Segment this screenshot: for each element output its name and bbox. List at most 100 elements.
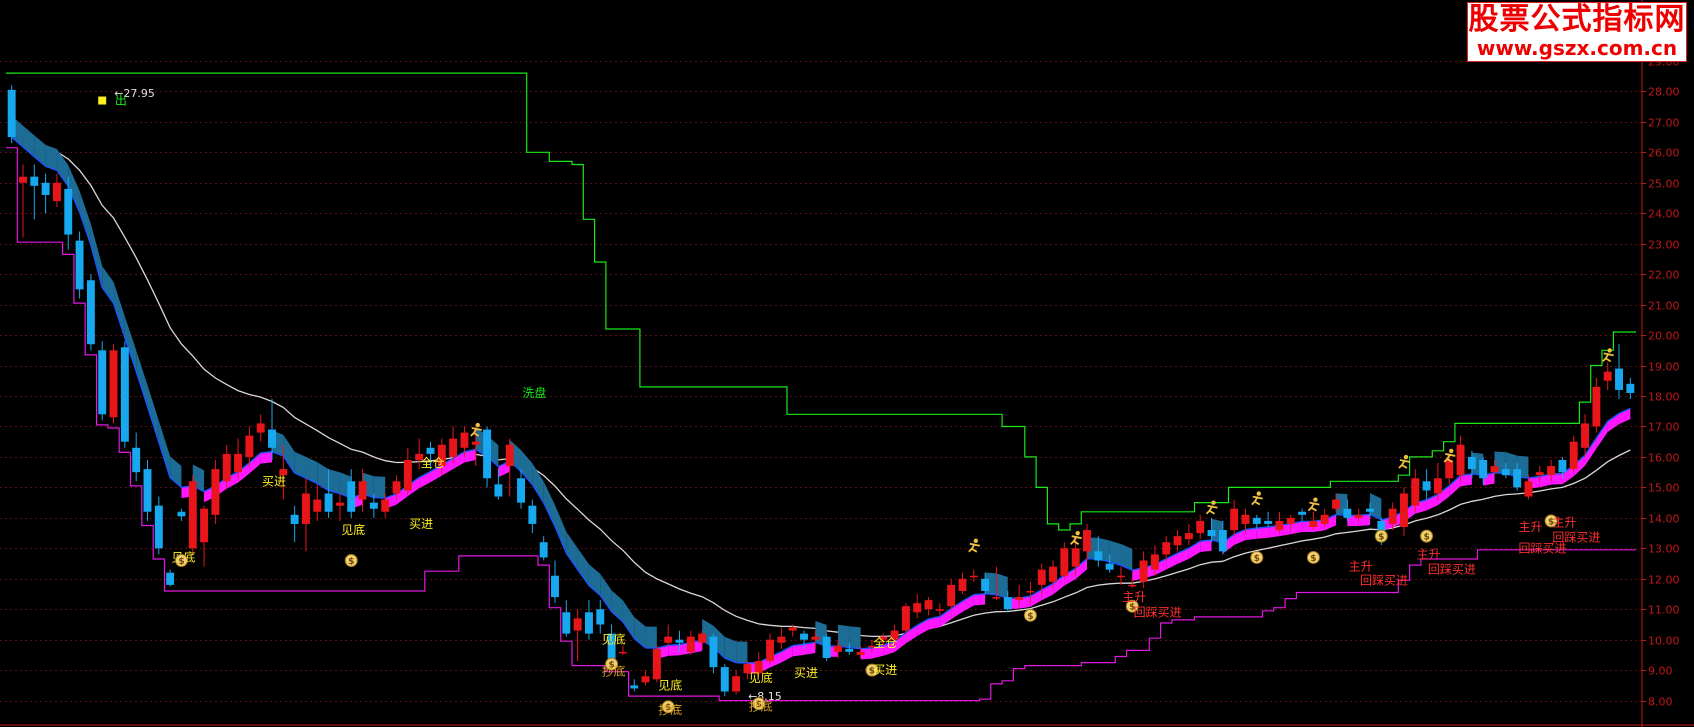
chart-background: [0, 0, 1694, 727]
candle-body: [709, 636, 718, 668]
candle-body: [1241, 514, 1250, 524]
candle-body: [120, 347, 129, 442]
candle-body: [143, 469, 152, 512]
candle-body: [392, 481, 401, 494]
candle-body: [1207, 530, 1216, 537]
candle-body: [1037, 569, 1046, 585]
candle-body: [1264, 520, 1273, 524]
signal-label: 买进: [409, 517, 433, 531]
candle-body: [641, 676, 650, 683]
signal-label: 全仓: [873, 635, 897, 650]
signal-label: 回踩买进: [1360, 573, 1408, 587]
candle-body: [109, 350, 118, 418]
candle-body: [732, 676, 741, 692]
candlestick-chart: ←27.95出见底$买进见底$买进全仓洗盘见底$抄底见底$抄底←8.15见底$抄…: [0, 0, 1694, 727]
candle-body: [992, 597, 1001, 599]
candle-body: [901, 606, 910, 631]
runner-head: [475, 422, 480, 428]
candle-body: [1173, 536, 1182, 546]
runner-head: [1313, 497, 1318, 502]
signal-label: 买进: [262, 474, 286, 488]
candle-body: [1626, 383, 1635, 393]
candle-body: [1117, 575, 1125, 578]
runner-head: [1211, 500, 1216, 505]
candle-body: [834, 645, 842, 652]
candle-body: [177, 511, 186, 517]
candle-body: [234, 453, 243, 473]
candle-body: [958, 578, 967, 591]
candle-body: [347, 481, 356, 512]
candle-down: [120, 341, 129, 448]
candle-body: [664, 636, 673, 643]
candle-body: [1298, 511, 1307, 515]
candle-body: [1083, 530, 1091, 552]
tick-label: 24.00: [1648, 208, 1680, 221]
candle-body: [98, 350, 107, 415]
candle-body: [539, 542, 548, 558]
candle-body: [777, 636, 786, 643]
candle-body: [1445, 459, 1454, 479]
ribbon-up-segment: [668, 644, 680, 656]
candle-body: [800, 633, 808, 640]
candle-body: [483, 429, 492, 479]
candle-body: [449, 438, 458, 457]
candle-body: [1366, 508, 1374, 512]
runner-head: [1403, 454, 1409, 460]
signal-label: 洗盘: [522, 385, 546, 400]
candle-body: [1467, 456, 1476, 470]
candle-body: [381, 499, 390, 512]
candle-body: [1411, 478, 1420, 506]
candle-body: [1252, 517, 1261, 524]
candle-body: [1547, 466, 1556, 476]
candle-body: [1501, 469, 1510, 476]
ribbon-up-segment: [1200, 540, 1212, 553]
runner-head: [973, 538, 979, 543]
candle-body: [335, 502, 344, 506]
runner-head: [1256, 491, 1261, 496]
candle-body: [935, 609, 944, 611]
candle-down: [75, 231, 84, 299]
candle-body: [630, 685, 639, 689]
candle-body: [19, 176, 27, 183]
ribbon-down-segment: [645, 626, 657, 649]
candle-body: [1388, 508, 1397, 524]
money-bag-icon: $: [1420, 529, 1434, 543]
candle-down: [483, 426, 492, 488]
candle-body: [1581, 423, 1590, 448]
ribbon-down-segment: [736, 641, 748, 664]
money-bag-icon: $: [1250, 550, 1264, 564]
signal-label: 买进: [873, 663, 897, 677]
signal-label: 抄底: [658, 702, 682, 717]
tick-label: 16.00: [1648, 452, 1680, 465]
candle-body: [766, 639, 775, 662]
candle-body: [573, 618, 582, 631]
candle-body: [41, 182, 50, 195]
candle-body: [358, 481, 367, 500]
candle-body: [200, 508, 209, 543]
candle-body: [720, 667, 729, 692]
signal-label: 主升: [1552, 515, 1576, 529]
candle-body: [1490, 466, 1499, 473]
signal-label: 见底: [658, 677, 682, 692]
signal-label: 抄底: [749, 699, 773, 714]
candle-body: [675, 639, 684, 643]
ribbon-down-segment: [328, 469, 340, 494]
bag-glyph: $: [1254, 554, 1260, 564]
candle-body: [811, 636, 820, 640]
candle-body: [1332, 499, 1340, 509]
ribbon-down-segment: [849, 626, 861, 649]
tick-label: 26.00: [1648, 147, 1680, 160]
candle-body: [822, 636, 831, 658]
candle-body: [1535, 472, 1544, 476]
candle-body: [528, 505, 537, 524]
candle-body: [1071, 548, 1080, 567]
candle-body: [494, 484, 503, 497]
candle-body: [7, 89, 16, 138]
candle-body: [256, 423, 265, 433]
candle-body: [403, 459, 412, 491]
candle-body: [460, 432, 469, 448]
candle-body: [245, 435, 254, 457]
ribbon-down-segment: [373, 476, 386, 499]
tick-label: 8.00: [1648, 696, 1673, 709]
candle-body: [30, 176, 39, 186]
